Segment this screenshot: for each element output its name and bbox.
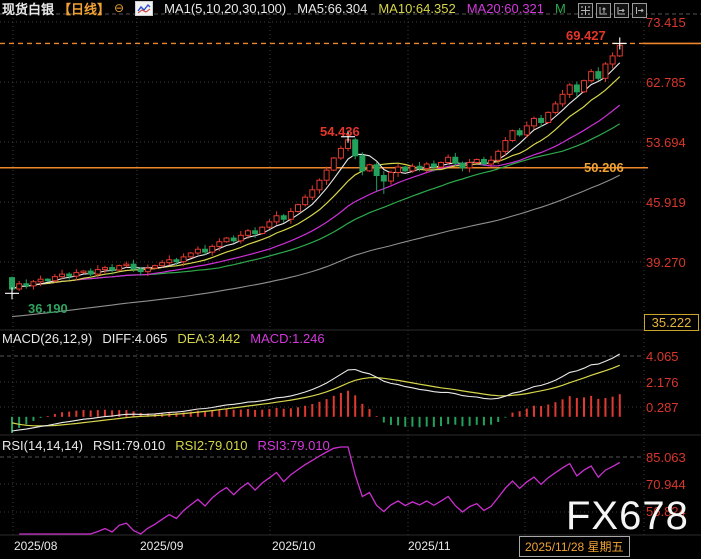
ma20-value: MA20:60.321	[467, 1, 544, 16]
rsi-title: RSI(14,14,14)	[2, 438, 83, 453]
ma-group-label: MA1(5,10,20,30,100)	[164, 1, 286, 16]
chart-window: 现货白银 【日线】 ⊖ MA1(5,10,20,30,100) MA5:66.3…	[0, 0, 701, 559]
macd-title: MACD(26,12,9)	[2, 331, 92, 346]
macd-dea-value: DEA:3.442	[177, 331, 240, 346]
x-axis-label: 2025/11	[408, 539, 451, 553]
x-axis-label: 2025/10	[272, 539, 315, 553]
swing-low-annotation: 36.190	[28, 301, 68, 316]
collapse-panel-icon[interactable]	[632, 3, 647, 18]
pan-icon[interactable]	[578, 3, 593, 18]
swing-high-annotation: 54.436	[320, 124, 360, 139]
collapse-icon[interactable]: ⊖	[114, 1, 124, 15]
price-scale-low-badge: 35.222	[644, 314, 699, 331]
period-label: 【日线】	[58, 0, 110, 18]
macd-axis-label: 0.287	[646, 400, 679, 415]
macd-axis-label: 4.065	[646, 349, 679, 364]
symbol-title: 现货白银	[2, 0, 54, 18]
chart-header: 现货白银 【日线】 ⊖ MA1(5,10,20,30,100) MA5:66.3…	[2, 0, 566, 16]
ma10-value: MA10:64.352	[378, 1, 455, 16]
rsi-axis-label: 70.944	[646, 477, 686, 492]
x-axis-label: 2025/08	[14, 539, 57, 553]
chart-toolbar	[578, 3, 647, 18]
rsi1-value: RSI1:79.010	[93, 438, 165, 453]
price-axis-label: 45.919	[646, 195, 686, 210]
macd-axis-label: 2.176	[646, 375, 679, 390]
price-axis-label: 73.415	[646, 15, 686, 30]
price-axis-label: 39.270	[646, 255, 686, 270]
price-axis-label: 62.785	[646, 75, 686, 90]
price-axis-label: 53.694	[646, 135, 686, 150]
chart-canvas[interactable]	[0, 0, 701, 559]
hline-price-annotation: 50.206	[584, 160, 624, 175]
macd-header: MACD(26,12,9) DIFF:4.065 DEA:3.442 MACD:…	[2, 331, 325, 346]
macd-diff-value: DIFF:4.065	[102, 331, 167, 346]
rsi2-value: RSI2:79.010	[175, 438, 247, 453]
indicator-chart-icon[interactable]	[135, 1, 153, 16]
scale-up-icon[interactable]	[596, 3, 611, 18]
current-date-badge: 2025/11/28 星期五	[519, 536, 630, 557]
rsi3-value: RSI3:79.010	[258, 438, 330, 453]
fx678-watermark: FX678	[566, 494, 689, 539]
macd-macd-value: MACD:1.246	[250, 331, 324, 346]
rsi-axis-label: 85.063	[646, 450, 686, 465]
ma5-value: MA5:66.304	[297, 1, 367, 16]
rsi-header: RSI(14,14,14) RSI1:79.010 RSI2:79.010 RS…	[2, 438, 330, 453]
scale-right-icon[interactable]	[614, 3, 629, 18]
ma30-value-truncated: M	[555, 1, 566, 16]
current-price-annotation: 69.427	[566, 28, 606, 43]
x-axis-label: 2025/09	[140, 539, 183, 553]
